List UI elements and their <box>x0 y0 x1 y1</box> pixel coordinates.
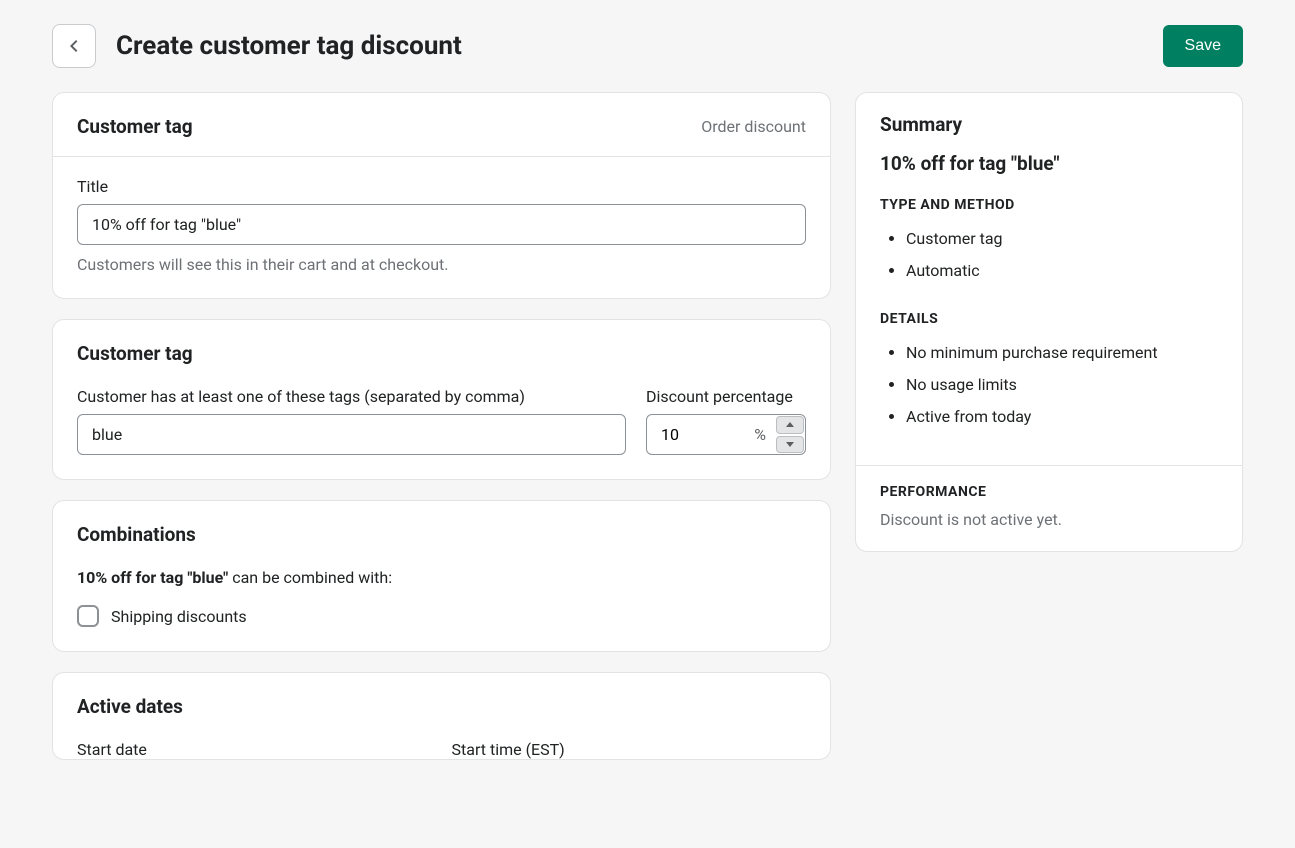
start-date-label: Start date <box>77 740 432 759</box>
list-item: Automatic <box>906 255 1218 287</box>
shipping-discounts-checkbox[interactable] <box>77 605 99 627</box>
card-active-dates: Active dates Start date Start time (EST) <box>52 672 831 760</box>
card-title: Customer tag <box>77 115 193 138</box>
tags-label: Customer has at least one of these tags … <box>77 387 626 406</box>
back-button[interactable] <box>52 24 96 68</box>
caret-up-icon <box>785 421 795 429</box>
percent-decrease-button[interactable] <box>776 436 804 454</box>
summary-type-method-label: TYPE AND METHOD <box>880 197 1218 213</box>
title-input[interactable] <box>77 204 806 245</box>
shipping-discounts-label: Shipping discounts <box>111 607 247 626</box>
title-help-text: Customers will see this in their cart an… <box>77 255 806 274</box>
order-discount-badge: Order discount <box>701 117 806 136</box>
card-combinations: Combinations 10% off for tag "blue" can … <box>52 500 831 652</box>
start-time-label: Start time (EST) <box>452 740 807 759</box>
summary-details-list: No minimum purchase requirement No usage… <box>880 337 1218 433</box>
page-title: Create customer tag discount <box>116 31 1163 61</box>
list-item: No usage limits <box>906 369 1218 401</box>
summary-type-method-list: Customer tag Automatic <box>880 223 1218 287</box>
save-button[interactable]: Save <box>1163 25 1243 67</box>
summary-performance-label: PERFORMANCE <box>880 484 1218 500</box>
summary-performance-text: Discount is not active yet. <box>880 510 1218 529</box>
arrow-left-icon <box>64 36 84 56</box>
tags-input[interactable] <box>77 414 626 455</box>
summary-heading: Summary <box>880 113 1218 136</box>
percent-increase-button[interactable] <box>776 416 804 434</box>
card-title: Combinations <box>77 523 806 546</box>
card-title: Customer tag <box>77 342 806 365</box>
card-customer-tag-title: Customer tag Order discount Title Custom… <box>52 92 831 299</box>
combinations-discount-name: 10% off for tag "blue" <box>77 568 228 587</box>
card-summary: Summary 10% off for tag "blue" TYPE AND … <box>855 92 1243 552</box>
caret-down-icon <box>785 440 795 448</box>
percent-label: Discount percentage <box>646 387 806 406</box>
summary-details-label: DETAILS <box>880 311 1218 327</box>
page-header: Create customer tag discount Save <box>52 24 1243 68</box>
list-item: No minimum purchase requirement <box>906 337 1218 369</box>
combinations-description: 10% off for tag "blue" can be combined w… <box>77 568 806 587</box>
title-label: Title <box>77 177 806 196</box>
card-customer-tag-percent: Customer tag Customer has at least one o… <box>52 319 831 480</box>
list-item: Active from today <box>906 401 1218 433</box>
summary-discount-title: 10% off for tag "blue" <box>880 152 1218 175</box>
list-item: Customer tag <box>906 223 1218 255</box>
card-title: Active dates <box>77 695 806 718</box>
